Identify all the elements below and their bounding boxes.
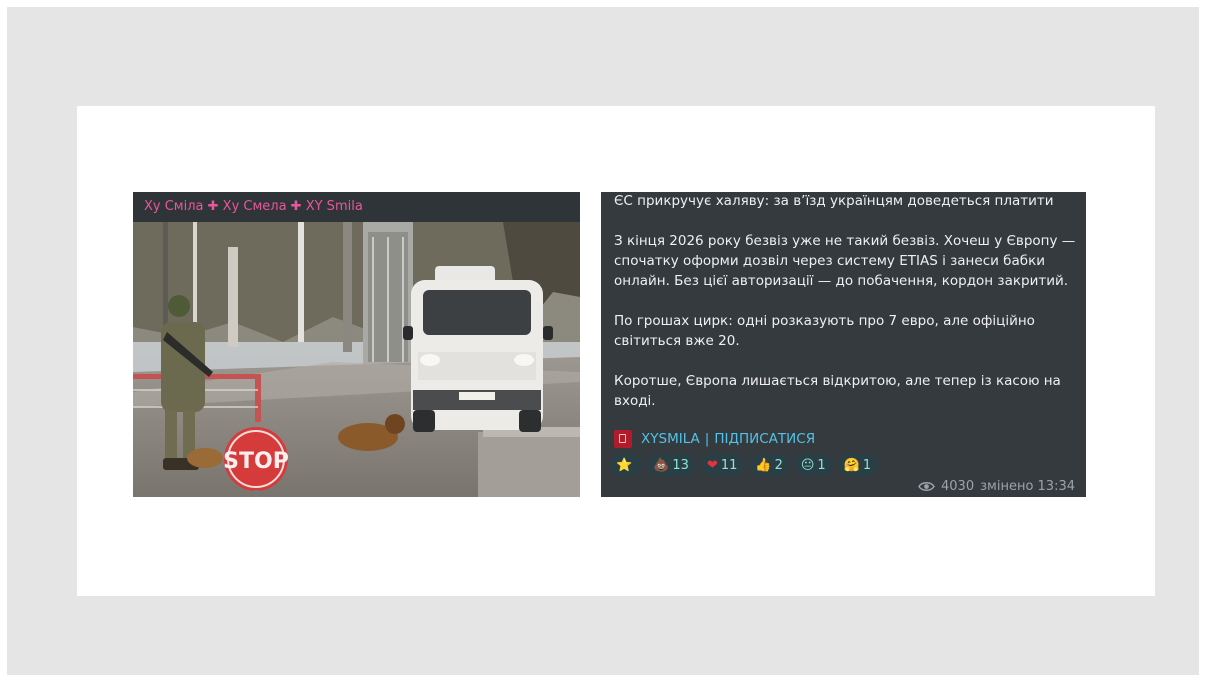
heart-icon: ❤: [706, 457, 718, 473]
subscribe-link-row: XYSMILA | ПІДПИСАТИСЯ: [614, 429, 815, 449]
views-count: 4030: [941, 479, 975, 494]
views-eye-icon: [918, 482, 935, 491]
link-separator: |: [704, 431, 710, 447]
reaction-poop[interactable]: 💩 13: [647, 454, 696, 476]
reaction-count: 13: [672, 457, 689, 473]
reaction-thumbs-up[interactable]: 👍 2: [749, 454, 790, 476]
post-text-line: спочатку оформи дозвіл через систему ETI…: [614, 253, 1046, 269]
text-post-bubble: ЄС прикручує халяву: за в’їзд українцям …: [601, 192, 1086, 497]
reaction-count: 11: [720, 457, 738, 473]
reaction-hug[interactable]: 🤗 1: [837, 454, 879, 476]
post-text-line: Коротше, Європа лишається відкритою, але…: [614, 373, 1061, 389]
reaction-count: 2: [774, 457, 783, 473]
reaction-count: 1: [862, 457, 872, 473]
channel-logo-icon: [614, 430, 632, 448]
subscribe-link[interactable]: ПІДПИСАТИСЯ: [714, 431, 815, 447]
thumbs-up-icon: 👍: [755, 457, 772, 473]
post-text-line: По грошах цирк: одні розказують про 7 ев…: [614, 313, 1035, 329]
border-checkpoint-photo[interactable]: STOP: [133, 222, 580, 497]
image-post: Ху Сміла ✚ Ху Смела ✚ XY Smila STOP: [133, 192, 580, 497]
edited-timestamp: змінено 13:34: [980, 479, 1075, 494]
post-text-line: З кінця 2026 року безвіз уже не такий бе…: [614, 233, 1076, 249]
stop-sign-text: STOP: [223, 449, 289, 474]
reaction-heart[interactable]: ❤ 11: [700, 454, 745, 476]
reactions-bar: ⭐ 💩 13 ❤ 11 👍 2 😐 1 🤗 1: [610, 454, 879, 476]
neutral-face-icon: 😐: [800, 457, 815, 473]
hug-icon: 🤗: [843, 457, 860, 473]
channel-name-header[interactable]: Ху Сміла ✚ Ху Смела ✚ XY Smila: [133, 192, 580, 222]
post-text-line: вході.: [614, 393, 656, 409]
post-text-line: онлайн. Без цієї авторизації — до побаче…: [614, 273, 1069, 289]
star-icon: ⭐: [616, 457, 633, 473]
post-text-line: світиться вже 20.: [614, 333, 740, 349]
channel-link[interactable]: XYSMILA: [641, 431, 700, 447]
poop-icon: 💩: [653, 457, 670, 473]
reaction-count: 1: [817, 457, 826, 473]
post-meta: 4030 змінено 13:34: [918, 479, 1075, 494]
reaction-neutral-face[interactable]: 😐 1: [794, 454, 833, 476]
reaction-star[interactable]: ⭐: [610, 454, 643, 476]
post-title: ЄС прикручує халяву: за в’їзд українцям …: [614, 193, 1054, 209]
